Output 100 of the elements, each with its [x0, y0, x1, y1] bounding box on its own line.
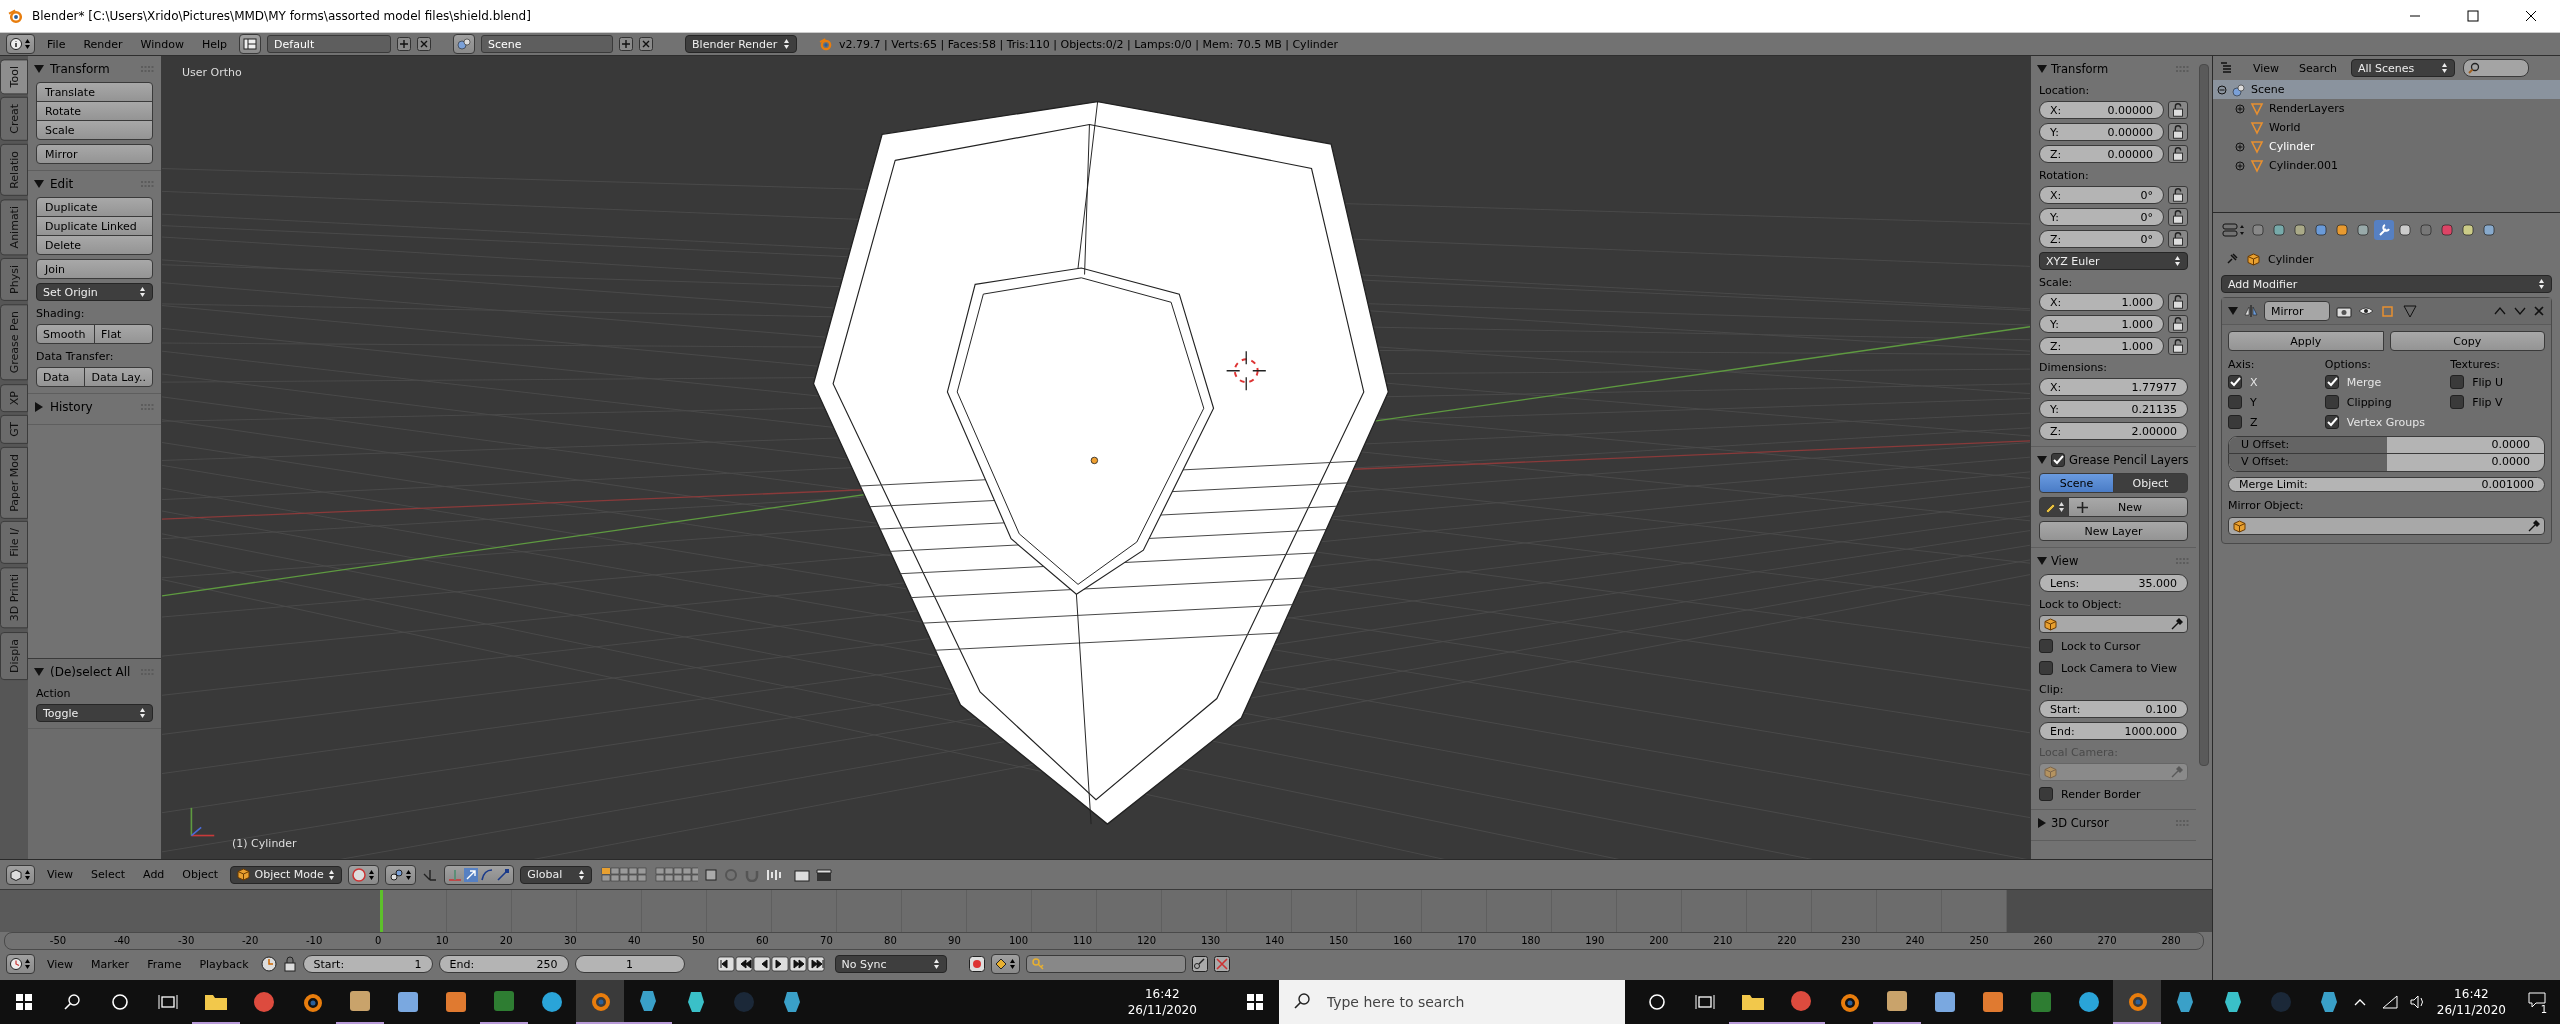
tool-tab[interactable]: Grease Pen: [0, 304, 28, 381]
menu-item[interactable]: Add: [137, 868, 171, 881]
number-field[interactable]: Y: 0°: [2039, 208, 2164, 226]
panel-title[interactable]: View: [2051, 554, 2079, 568]
orientation-dropdown[interactable]: Global: [520, 865, 593, 884]
scene-filter-dropdown[interactable]: All Scenes: [2350, 59, 2455, 77]
modifier-name-field[interactable]: Mirror: [2264, 301, 2330, 321]
outliner-row[interactable]: Cylinder: [2213, 137, 2560, 156]
outliner-row[interactable]: Scene: [2213, 80, 2560, 99]
number-field[interactable]: X: 1.000: [2039, 293, 2164, 311]
menu-item[interactable]: View: [41, 957, 80, 971]
tool-button[interactable]: New Layer: [2039, 521, 2188, 541]
checkbox[interactable]: Clipping: [2324, 393, 2449, 411]
number-field[interactable]: Y: 1.000: [2039, 315, 2164, 333]
slider-field[interactable]: V Offset: 0.0000: [2228, 454, 2545, 472]
segment-tab[interactable]: Scene: [2039, 473, 2114, 493]
new-button[interactable]: New: [2068, 497, 2188, 517]
start-frame-field[interactable]: Start: 1: [302, 955, 433, 973]
outliner-row[interactable]: RenderLayers: [2213, 99, 2560, 118]
checkbox[interactable]: Y: [2228, 393, 2323, 411]
tool-tab[interactable]: Paper Mod: [0, 446, 28, 519]
number-field[interactable]: X: 1.77977: [2039, 378, 2188, 396]
scene-name-field[interactable]: Scene: [481, 35, 614, 53]
panel-title[interactable]: Transform: [50, 62, 110, 76]
tool-tab[interactable]: Displa: [0, 631, 28, 680]
tool-button[interactable]: Join: [36, 259, 153, 279]
tool-button[interactable]: Mirror: [36, 144, 153, 164]
menu-item[interactable]: Select: [85, 868, 132, 881]
tool-button[interactable]: Duplicate Linked: [36, 216, 153, 236]
checkbox[interactable]: Lock Camera to View: [2039, 659, 2188, 677]
menu-item[interactable]: Search: [2293, 61, 2343, 75]
menu-item[interactable]: Playback: [193, 957, 255, 971]
number-field[interactable]: Lens: 35.000: [2039, 574, 2188, 592]
number-field[interactable]: Z: 1.000: [2039, 337, 2164, 355]
tool-button[interactable]: Rotate: [36, 101, 153, 121]
menu-item[interactable]: Marker: [85, 957, 136, 971]
number-field[interactable]: Z: 0°: [2039, 230, 2164, 248]
tool-tab[interactable]: Creat: [0, 97, 28, 142]
panel-title[interactable]: 3D Cursor: [2051, 816, 2109, 830]
segment-tab[interactable]: Object: [2113, 473, 2188, 493]
number-field[interactable]: Z: 0.00000: [2039, 145, 2164, 163]
number-field[interactable]: Z: 2.00000: [2039, 422, 2188, 440]
menu-item[interactable]: View: [41, 868, 80, 881]
clock[interactable]: 16:42 26/11/2020: [2426, 986, 2516, 1018]
number-field[interactable]: X: 0.00000: [2039, 101, 2164, 119]
dropdown[interactable]: Toggle: [36, 704, 153, 722]
add-modifier-dropdown[interactable]: Add Modifier: [2221, 275, 2552, 293]
checkbox[interactable]: X: [2228, 373, 2323, 391]
number-field[interactable]: Y: 0.21135: [2039, 400, 2188, 418]
tool-button[interactable]: Delete: [36, 235, 153, 255]
tool-button[interactable]: Scale: [36, 120, 153, 140]
mode-dropdown[interactable]: Object Mode: [230, 865, 343, 884]
number-field[interactable]: End: 1000.000: [2039, 722, 2188, 740]
panel-title[interactable]: Transform: [2051, 62, 2109, 76]
menu-item[interactable]: View: [2247, 61, 2286, 75]
checkbox[interactable]: Z: [2228, 413, 2323, 431]
layout-name-field[interactable]: Default: [267, 35, 392, 53]
tool-tab[interactable]: Physi: [0, 258, 28, 302]
menu-item[interactable]: Object: [176, 868, 225, 881]
number-field[interactable]: Merge Limit: 0.001000: [2228, 477, 2545, 492]
tool-button[interactable]: Translate: [36, 82, 153, 102]
slider-field[interactable]: U Offset: 0.0000: [2228, 436, 2545, 454]
tool-tab[interactable]: GT: [0, 414, 28, 444]
tool-button[interactable]: Data Lay..: [84, 367, 153, 387]
tool-tab[interactable]: Animati: [0, 199, 28, 256]
notification-button[interactable]: 1: [2516, 980, 2560, 1024]
outliner-row[interactable]: Cylinder.001: [2213, 156, 2560, 175]
tool-button[interactable]: Duplicate: [36, 197, 153, 217]
copy-button[interactable]: Copy: [2389, 331, 2545, 351]
tool-tab[interactable]: 3D Printi: [0, 567, 28, 629]
tool-tab[interactable]: Tool: [0, 59, 28, 95]
number-field[interactable]: Start: 0.100: [2039, 700, 2188, 718]
checkbox[interactable]: Merge: [2324, 373, 2449, 391]
frame-ruler[interactable]: -50 -40 -30 -20 -10 0 10 20 30 40 50 60 70 80 90 100 110 120 130 140 150 160 170 180 190 200 210 220 230 240 250 260 270 280: [4, 932, 2204, 950]
sync-dropdown[interactable]: No Sync: [834, 955, 947, 973]
dropdown[interactable]: Set Origin: [36, 283, 153, 301]
checkbox[interactable]: Vertex Groups: [2324, 413, 2449, 431]
tool-tab[interactable]: Relatio: [0, 144, 28, 196]
menu-item[interactable]: Help: [195, 37, 234, 51]
checkbox[interactable]: Flip U: [2450, 373, 2545, 391]
checkbox[interactable]: Flip V: [2450, 393, 2545, 411]
checkbox[interactable]: Lock to Cursor: [2039, 637, 2188, 655]
clock[interactable]: 16:42 26/11/2020: [1117, 986, 1207, 1018]
menu-item[interactable]: Render: [77, 37, 129, 51]
panel-title[interactable]: (De)select All: [50, 665, 131, 679]
tool-button[interactable]: Data: [36, 367, 86, 387]
menu-item[interactable]: Window: [134, 37, 190, 51]
current-frame-field[interactable]: 1: [574, 955, 685, 973]
menu-item[interactable]: File: [41, 37, 72, 51]
tool-button[interactable]: Flat: [94, 324, 153, 344]
render-engine-dropdown[interactable]: Blender Render: [685, 35, 798, 53]
tool-tab[interactable]: XP: [0, 383, 28, 412]
tool-tab[interactable]: File I/: [0, 521, 28, 565]
dropdown[interactable]: XYZ Euler: [2039, 252, 2188, 270]
panel-title[interactable]: Edit: [50, 177, 74, 191]
apply-button[interactable]: Apply: [2228, 331, 2384, 351]
panel-title[interactable]: Grease Pencil Layers: [2069, 453, 2189, 467]
tool-button[interactable]: Smooth: [36, 324, 95, 344]
outliner-row[interactable]: World: [2213, 118, 2560, 137]
menu-item[interactable]: Frame: [141, 957, 188, 971]
